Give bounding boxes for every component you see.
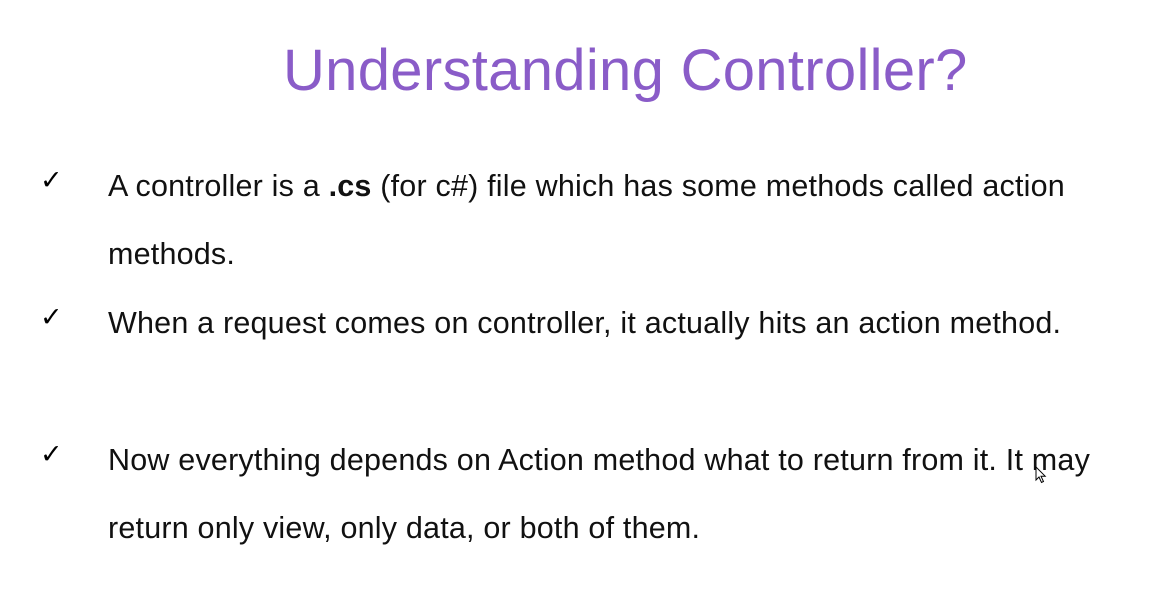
slide-title: Understanding Controller? — [283, 38, 968, 103]
bullet-text-3: Now everything depends on Action method … — [108, 443, 1091, 545]
bullet-item-3: ✓ Now everything depends on Action metho… — [0, 426, 1154, 563]
checkmark-icon: ✓ — [40, 302, 63, 333]
bullet-item-2: ✓ When a request comes on controller, it… — [0, 289, 1154, 426]
bullet-text-1-start: A controller is a — [108, 169, 329, 203]
bullet-item-1: ✓ A controller is a .cs (for c#) file wh… — [0, 152, 1154, 289]
slide: Understanding Controller? ✓ A controller… — [0, 0, 1154, 593]
bullet-text-2: When a request comes on controller, it a… — [108, 306, 1062, 340]
bullet-text-1: A controller is a .cs (for c#) file whic… — [108, 152, 1098, 288]
bullet-text-1-bold: .cs — [328, 169, 372, 203]
checkmark-icon: ✓ — [40, 165, 63, 196]
bullet-list: ✓ A controller is a .cs (for c#) file wh… — [0, 152, 1154, 563]
checkmark-icon: ✓ — [40, 439, 63, 470]
